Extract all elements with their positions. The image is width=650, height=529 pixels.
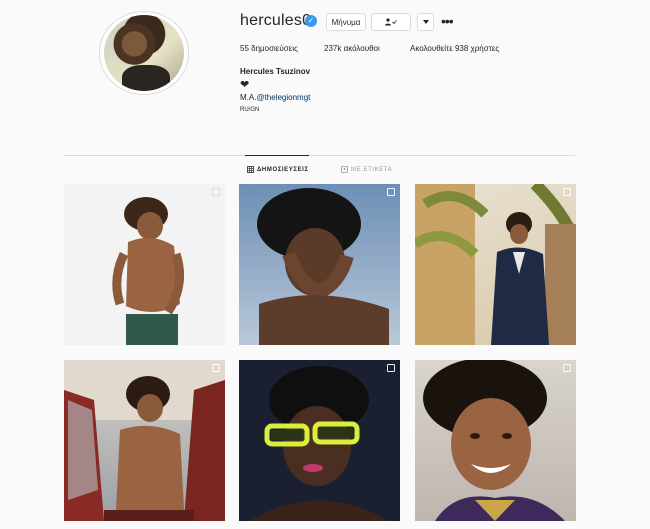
tag-icon xyxy=(341,166,348,173)
multiple-images-icon xyxy=(563,364,571,372)
post-image xyxy=(112,197,185,345)
tab-tagged-label: ΜΕ ΕΤΙΚΕΤΑ xyxy=(351,166,393,173)
profile-header: hercules0 ✓ Μήνυμα ••• 55 δημοσιεύσεις 2… xyxy=(0,0,650,150)
active-tab-indicator xyxy=(245,155,309,156)
followers-count[interactable]: 237k ακόλουθοι xyxy=(324,44,380,53)
post-tile[interactable] xyxy=(64,360,225,521)
suggestions-dropdown-button[interactable] xyxy=(417,13,434,31)
more-horizontal-icon[interactable]: ••• xyxy=(441,14,454,28)
multiple-images-icon xyxy=(212,364,220,372)
tab-posts-label: ΔΗΜΟΣΙΕΥΣΕΙΣ xyxy=(257,166,309,173)
verified-badge-icon: ✓ xyxy=(305,15,317,27)
tab-tagged[interactable]: ΜΕ ΕΤΙΚΕΤΑ xyxy=(341,166,392,173)
post-image xyxy=(64,360,225,521)
avatar[interactable] xyxy=(99,11,189,95)
profile-username: hercules0 xyxy=(240,12,312,29)
post-tile[interactable] xyxy=(239,184,400,345)
bio-location: RU/GN xyxy=(240,107,260,113)
posts-count: 55 δημοσιεύσεις xyxy=(240,44,298,53)
post-tile[interactable] xyxy=(64,184,225,345)
grid-icon xyxy=(247,166,254,173)
person-check-icon xyxy=(385,18,397,26)
bio-prefix: M.A. xyxy=(240,93,257,102)
heart-icon: ❤ xyxy=(240,79,250,91)
post-image xyxy=(423,360,565,521)
bio-agency: M.A.@thelegionmgt xyxy=(240,93,310,102)
multiple-images-icon xyxy=(212,188,220,196)
message-button[interactable]: Μήνυμα xyxy=(326,13,366,31)
avatar-image xyxy=(104,15,184,91)
chevron-down-icon xyxy=(422,20,429,24)
multiple-images-icon xyxy=(563,188,571,196)
post-image xyxy=(249,366,389,521)
post-tile[interactable] xyxy=(415,360,576,521)
following-button[interactable] xyxy=(371,13,411,31)
multiple-images-icon xyxy=(387,188,395,196)
bio-mention-link[interactable]: @thelegionmgt xyxy=(256,93,310,102)
tabs-divider xyxy=(64,155,575,156)
tab-posts[interactable]: ΔΗΜΟΣΙΕΥΣΕΙΣ xyxy=(247,166,309,173)
multiple-images-icon xyxy=(387,364,395,372)
following-count[interactable]: Ακολουθείτε 938 χρήστες xyxy=(410,44,499,53)
post-tile[interactable] xyxy=(239,360,400,521)
post-tile[interactable] xyxy=(415,184,576,345)
post-image xyxy=(257,188,389,345)
post-image xyxy=(415,184,576,345)
profile-full-name: Hercules Tsuzinov xyxy=(240,67,311,76)
